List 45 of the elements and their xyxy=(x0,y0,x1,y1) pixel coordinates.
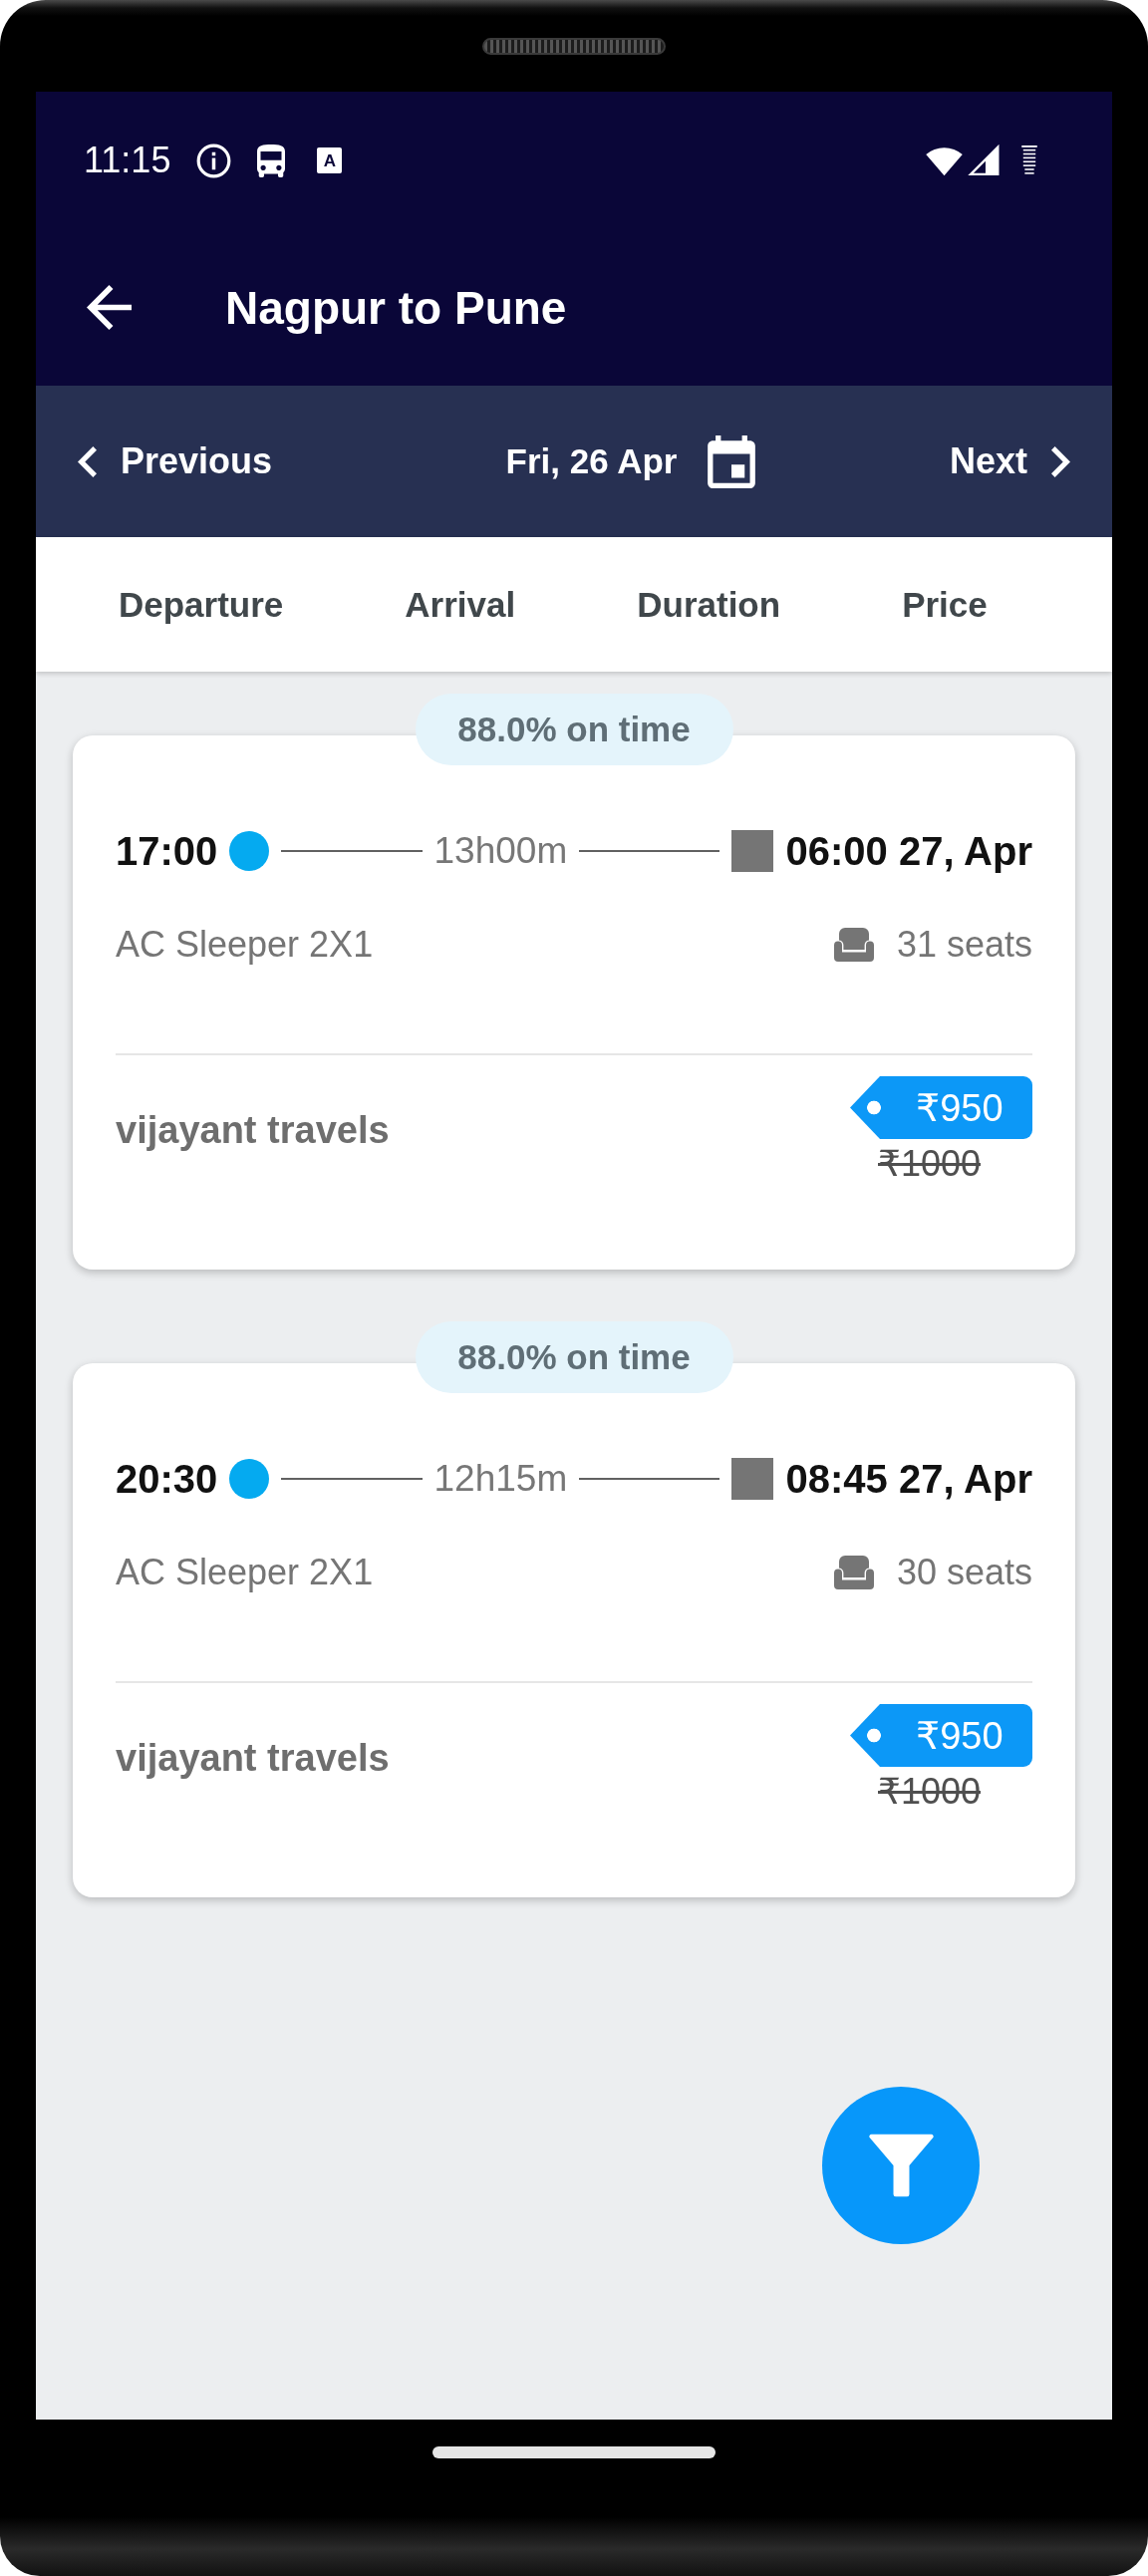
on-time-badge: 88.0% on time xyxy=(415,1321,733,1393)
departure-dot-icon xyxy=(229,831,270,871)
date-picker-button[interactable]: Fri, 26 Apr xyxy=(505,434,756,488)
page-title: Nagpur to Pune xyxy=(225,280,567,335)
battery-icon xyxy=(1019,144,1039,176)
seats-available: 30 seats xyxy=(896,1552,1032,1593)
departure-time: 20:30 xyxy=(116,1456,218,1502)
departure-time: 17:00 xyxy=(116,828,218,874)
operator-name: vijayant travels xyxy=(116,1109,390,1152)
sort-tab[interactable]: Departure xyxy=(119,584,284,625)
original-price: ₹1000 xyxy=(878,1143,981,1185)
arrival-square-icon xyxy=(731,1458,774,1500)
trip-duration: 12h15m xyxy=(433,1458,568,1500)
calendar-icon xyxy=(708,434,756,488)
arrival-time: 08:45 27, Apr xyxy=(785,1456,1032,1502)
previous-button[interactable]: Previous xyxy=(78,440,273,482)
sort-tab[interactable]: Arrival xyxy=(405,584,516,625)
chevron-left-icon xyxy=(78,445,97,477)
on-time-badge: 88.0% on time xyxy=(415,694,733,765)
wifi-icon xyxy=(925,144,964,176)
next-button[interactable]: Next xyxy=(949,440,1070,482)
departure-dot-icon xyxy=(229,1459,270,1499)
chevron-right-icon xyxy=(1051,445,1070,477)
bus-icon xyxy=(257,143,286,177)
bus-type: AC Sleeper 2X1 xyxy=(116,924,374,966)
price-tag: ₹950 xyxy=(850,1704,1032,1767)
original-price: ₹1000 xyxy=(878,1771,981,1813)
signal-icon xyxy=(968,144,1001,176)
arrow-left-icon xyxy=(87,285,132,330)
bus-type: AC Sleeper 2X1 xyxy=(116,1552,374,1593)
trip-duration: 13h00m xyxy=(433,830,568,872)
info-icon xyxy=(196,143,232,178)
back-button[interactable] xyxy=(87,285,132,330)
status-time: 11:15 xyxy=(84,140,171,181)
arrival-square-icon xyxy=(731,830,774,872)
seats-available: 31 seats xyxy=(896,924,1032,966)
filter-icon xyxy=(868,2134,934,2197)
notification-badge: A xyxy=(317,147,343,173)
operator-name: vijayant travels xyxy=(116,1737,390,1780)
arrival-time: 06:00 27, Apr xyxy=(785,828,1032,874)
sort-tab[interactable]: Price xyxy=(902,584,988,625)
sort-tab[interactable]: Duration xyxy=(637,584,781,625)
seat-icon xyxy=(832,926,875,964)
seat-icon xyxy=(832,1554,875,1591)
price-tag: ₹950 xyxy=(850,1076,1032,1139)
